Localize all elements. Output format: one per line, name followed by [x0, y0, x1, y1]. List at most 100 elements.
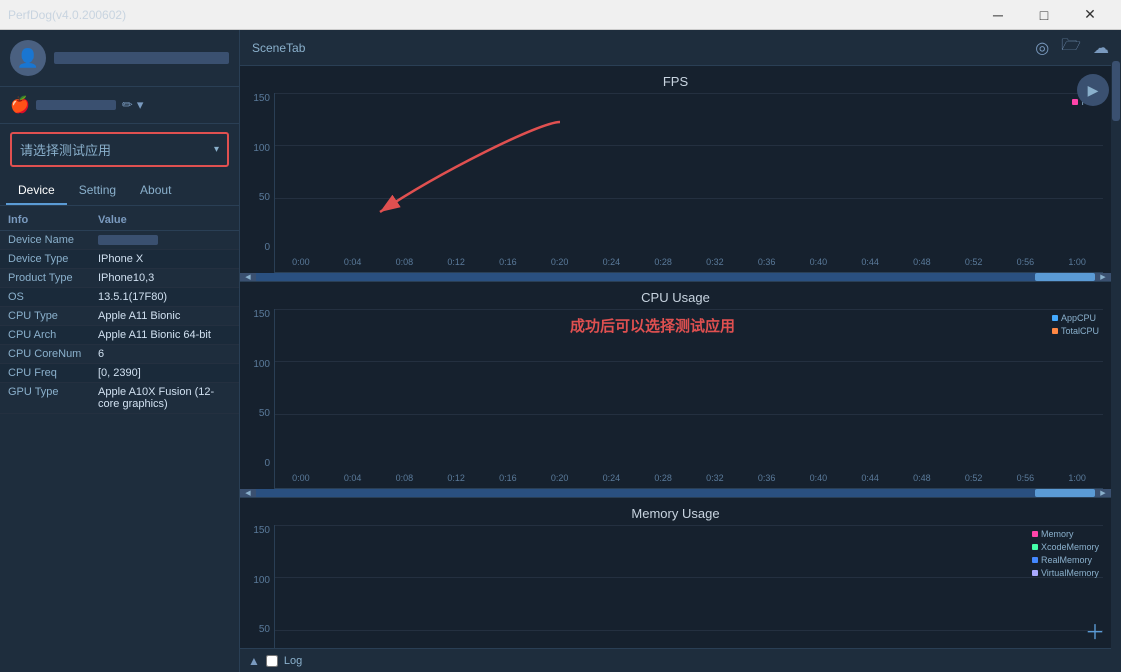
top-bar: SceneTab ◎ 🗁 ☁ — [240, 30, 1121, 66]
info-row-product-type: Product Type IPhone10,3 — [0, 269, 239, 288]
fps-y-axis: 150 100 50 0 — [244, 93, 274, 273]
main-layout: 👤 🍎 ✏ ▾ 请选择测试应用 ▾ Device Setting About — [0, 30, 1121, 672]
left-panel: 👤 🍎 ✏ ▾ 请选择测试应用 ▾ Device Setting About — [0, 30, 240, 672]
info-row-cpu-arch: CPU Arch Apple A11 Bionic 64-bit — [0, 326, 239, 345]
fps-y-150: 150 — [253, 93, 270, 104]
edit-icon[interactable]: ✏ — [122, 97, 133, 113]
info-val-device-type: IPhone X — [98, 253, 231, 265]
top-icons: ◎ 🗁 ☁ — [1035, 34, 1109, 61]
info-val-gpu-type: Apple A10X Fusion (12-core graphics) — [98, 386, 231, 410]
info-row-cpu-corenum: CPU CoreNum 6 — [0, 345, 239, 364]
memory-legend-real: RealMemory — [1032, 555, 1099, 565]
device-tools: ✏ ▾ — [122, 97, 143, 113]
fps-scrollbar[interactable]: ◀ ▶ — [240, 273, 1111, 281]
fps-scrollbar-left[interactable]: ◀ — [240, 273, 256, 281]
vscroll-thumb[interactable] — [1112, 61, 1120, 121]
cpu-x-axis: 0:00 0:04 0:08 0:12 0:16 0:20 0:24 0:28 … — [275, 468, 1103, 488]
maximize-button[interactable]: □ — [1021, 0, 1067, 30]
info-row-gpu-type: GPU Type Apple A10X Fusion (12-core grap… — [0, 383, 239, 414]
app-selector-arrow: ▾ — [214, 144, 219, 155]
device-name-display — [36, 100, 116, 110]
memory-y-axis: 150 100 50 0 — [244, 525, 274, 648]
info-row-cpu-type: CPU Type Apple A11 Bionic — [0, 307, 239, 326]
fps-y-100: 100 — [253, 143, 270, 154]
cpu-scrollbar[interactable]: ◀ ▶ — [240, 489, 1111, 497]
device-tabs: Device Setting About — [0, 177, 239, 206]
cloud-icon[interactable]: ☁ — [1093, 38, 1109, 58]
memory-y-100: 100 — [253, 575, 270, 586]
log-checkbox[interactable] — [266, 655, 278, 667]
play-button[interactable]: ▶ — [1077, 74, 1109, 106]
cpu-y-150: 150 — [253, 309, 270, 320]
cpu-legend-totalcpu: TotalCPU — [1052, 326, 1099, 336]
fps-canvas: FPS 0:00 0:04 0:08 0:12 0:16 0:20 0:24 0… — [274, 93, 1103, 273]
info-val-cpu-arch: Apple A11 Bionic 64-bit — [98, 329, 231, 341]
user-area: 👤 — [0, 30, 239, 87]
memory-y-150: 150 — [253, 525, 270, 536]
right-scrollbar[interactable] — [1111, 60, 1121, 672]
memory-legend-virtual: VirtualMemory — [1032, 568, 1099, 578]
minimize-button[interactable]: ─ — [975, 0, 1021, 30]
cpu-legend-appcpu-label: AppCPU — [1061, 313, 1096, 323]
cpu-scrollbar-left[interactable]: ◀ — [240, 489, 256, 497]
cpu-legend-appcpu: AppCPU — [1052, 313, 1099, 323]
add-button[interactable]: ＋ — [1085, 616, 1107, 638]
title-text: PerfDog(v4.0.200602) — [8, 8, 126, 22]
memory-legend: Memory XcodeMemory RealMemory — [1032, 529, 1099, 578]
cpu-grid — [275, 309, 1103, 468]
memory-legend-memory-label: Memory — [1041, 529, 1074, 539]
fps-x-axis: 0:00 0:04 0:08 0:12 0:16 0:20 0:24 0:28 … — [275, 252, 1103, 272]
window-controls: ─ □ ✕ — [975, 0, 1113, 30]
memory-legend-memory: Memory — [1032, 529, 1099, 539]
info-row-device-type: Device Type IPhone X — [0, 250, 239, 269]
fps-chart-section: FPS 150 100 50 0 — [240, 66, 1111, 282]
chevron-down-icon[interactable]: ▾ — [137, 97, 144, 113]
scene-tab-label: SceneTab — [252, 41, 305, 55]
cpu-y-0: 0 — [264, 458, 270, 469]
apple-icon: 🍎 — [10, 95, 30, 115]
fps-chart-title: FPS — [240, 66, 1111, 93]
device-info: Info Value Device Name Device Type IPhon… — [0, 206, 239, 672]
info-key-product-type: Product Type — [8, 272, 98, 284]
fps-y-50: 50 — [259, 192, 270, 203]
info-val-cpu-type: Apple A11 Bionic — [98, 310, 231, 322]
info-val-cpu-corenum: 6 — [98, 348, 231, 360]
location-icon[interactable]: ◎ — [1035, 38, 1049, 58]
cpu-y-50: 50 — [259, 408, 270, 419]
info-val-product-type: IPhone10,3 — [98, 272, 231, 284]
expand-button[interactable]: ▲ — [248, 654, 260, 668]
title-bar: PerfDog(v4.0.200602) ─ □ ✕ — [0, 0, 1121, 30]
close-button[interactable]: ✕ — [1067, 0, 1113, 30]
app-selector[interactable]: 请选择测试应用 ▾ — [10, 132, 229, 167]
fps-scrollbar-right[interactable]: ▶ — [1095, 273, 1111, 281]
memory-legend-xcode-label: XcodeMemory — [1041, 542, 1099, 552]
info-key-cpu-arch: CPU Arch — [8, 329, 98, 341]
cpu-chart-title: CPU Usage — [240, 282, 1111, 309]
memory-grid — [275, 525, 1103, 648]
fps-y-0: 0 — [264, 242, 270, 253]
memory-chart-title: Memory Usage — [240, 498, 1111, 525]
cpu-chart-section: CPU Usage 150 100 50 0 — [240, 282, 1111, 498]
app-selector-text: 请选择测试应用 — [20, 140, 111, 159]
memory-legend-virtual-label: VirtualMemory — [1041, 568, 1099, 578]
cpu-chart-body: 150 100 50 0 — [240, 309, 1111, 489]
tab-about[interactable]: About — [128, 177, 183, 205]
info-row-cpu-freq: CPU Freq [0, 2390] — [0, 364, 239, 383]
folder-icon[interactable]: 🗁 — [1061, 34, 1081, 61]
cpu-legend: AppCPU TotalCPU — [1052, 313, 1099, 336]
memory-chart-body: 150 100 50 0 — [240, 525, 1111, 648]
username-placeholder — [54, 52, 229, 64]
cpu-y-axis: 150 100 50 0 — [244, 309, 274, 489]
bottom-bar: ▲ Log — [240, 648, 1121, 672]
info-val-cpu-freq: [0, 2390] — [98, 367, 231, 379]
memory-legend-real-label: RealMemory — [1041, 555, 1092, 565]
cpu-legend-totalcpu-label: TotalCPU — [1061, 326, 1099, 336]
info-col-key: Info — [8, 214, 98, 226]
cpu-y-100: 100 — [253, 359, 270, 370]
charts-area[interactable]: FPS 150 100 50 0 — [240, 66, 1121, 648]
tab-setting[interactable]: Setting — [67, 177, 128, 205]
cpu-scrollbar-right[interactable]: ▶ — [1095, 489, 1111, 497]
info-key-os: OS — [8, 291, 98, 303]
tab-device[interactable]: Device — [6, 177, 67, 205]
info-key-device-type: Device Type — [8, 253, 98, 265]
